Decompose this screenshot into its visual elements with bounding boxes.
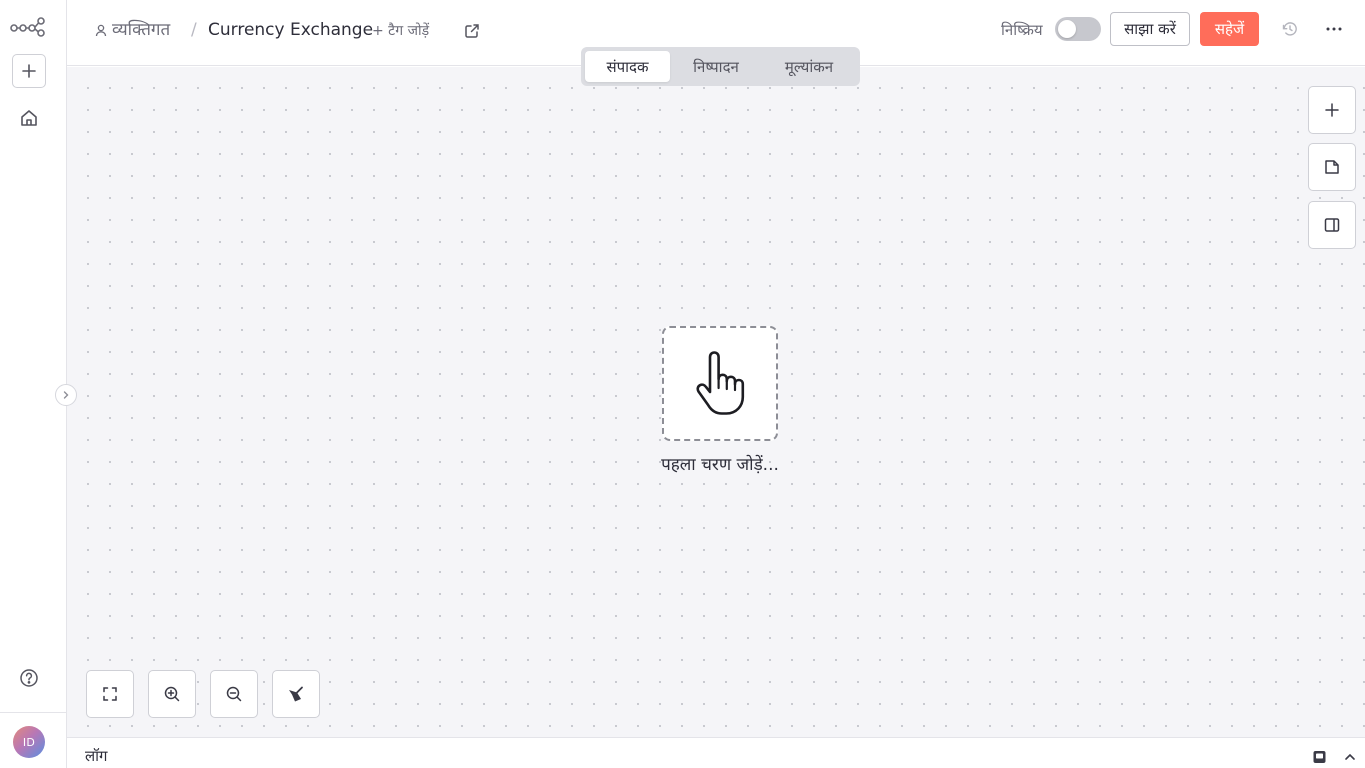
workflow-title[interactable]: Currency Exchange bbox=[208, 19, 373, 41]
hand-pointer-icon bbox=[696, 350, 745, 415]
zoom-in-icon bbox=[164, 686, 180, 702]
zoom-out-button[interactable] bbox=[210, 670, 258, 718]
add-tag-button[interactable]: + टैग जोड़ें bbox=[372, 21, 429, 40]
chevron-right-icon bbox=[63, 391, 69, 399]
home-icon[interactable] bbox=[18, 107, 40, 129]
history-icon[interactable] bbox=[1281, 20, 1299, 38]
breadcrumb-separator: / bbox=[191, 20, 197, 40]
external-link-icon[interactable] bbox=[463, 22, 481, 40]
view-tabs: संपादक निष्पादन मूल्यांकन bbox=[581, 47, 860, 86]
toggle-knob bbox=[1058, 20, 1076, 38]
add-first-step-label: पहला चरण जोड़ें... bbox=[661, 455, 779, 475]
add-sticky-button[interactable] bbox=[1308, 143, 1356, 191]
fit-view-icon bbox=[103, 687, 117, 701]
user-icon bbox=[95, 24, 107, 37]
more-horizontal-icon[interactable] bbox=[1323, 20, 1345, 38]
workflow-active-toggle[interactable] bbox=[1055, 17, 1101, 41]
toggle-panel-button[interactable] bbox=[1308, 201, 1356, 249]
chevron-up-icon[interactable] bbox=[1342, 749, 1358, 765]
tidy-up-button[interactable] bbox=[272, 670, 320, 718]
sticky-note-icon bbox=[1325, 160, 1339, 174]
user-avatar[interactable]: ID bbox=[13, 726, 45, 758]
expand-sidebar-button[interactable] bbox=[55, 384, 77, 406]
save-button[interactable]: सहेजें bbox=[1200, 12, 1259, 46]
tidy-up-icon bbox=[289, 686, 303, 702]
pop-out-icon[interactable] bbox=[1312, 749, 1328, 765]
fit-view-button[interactable] bbox=[86, 670, 134, 718]
add-workflow-button[interactable] bbox=[12, 54, 46, 88]
tab-executions[interactable]: निष्पादन bbox=[670, 51, 762, 82]
breadcrumb-personal-label: व्यक्तिगत bbox=[112, 20, 171, 40]
logs-label: लॉग bbox=[85, 747, 108, 765]
tab-evaluations[interactable]: मूल्यांकन bbox=[762, 51, 856, 82]
main-sidebar: ID bbox=[0, 0, 67, 768]
workflow-logo-icon[interactable] bbox=[10, 14, 46, 38]
workflow-status-label: निष्क्रिय bbox=[1001, 21, 1043, 39]
breadcrumb-personal[interactable]: व्यक्तिगत bbox=[95, 19, 170, 41]
share-button[interactable]: साझा करें bbox=[1110, 12, 1190, 46]
side-panel-icon bbox=[1324, 218, 1340, 232]
logs-panel-bar[interactable]: लॉग bbox=[67, 737, 1365, 768]
add-node-button[interactable] bbox=[1308, 86, 1356, 134]
sidebar-divider bbox=[0, 712, 67, 713]
zoom-out-icon bbox=[226, 686, 242, 702]
plus-icon bbox=[22, 64, 36, 78]
plus-icon bbox=[1325, 103, 1339, 117]
help-icon[interactable] bbox=[18, 667, 40, 689]
zoom-in-button[interactable] bbox=[148, 670, 196, 718]
tab-editor[interactable]: संपादक bbox=[585, 51, 670, 82]
add-first-step-button[interactable] bbox=[662, 326, 778, 441]
